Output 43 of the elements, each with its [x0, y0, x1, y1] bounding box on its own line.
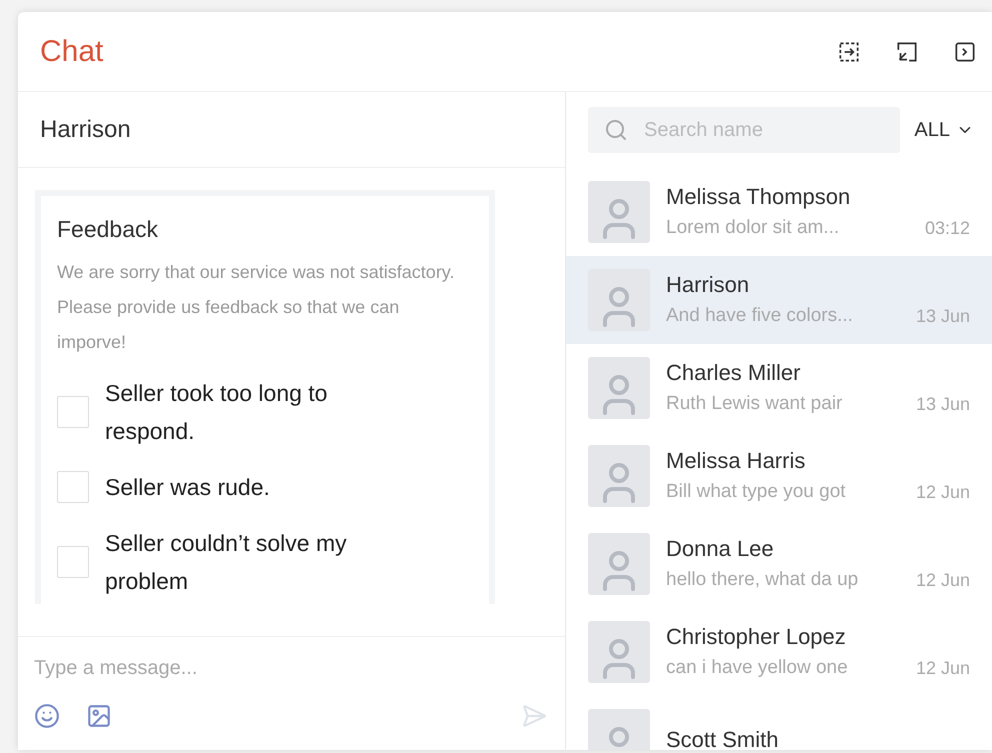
option-label: Seller couldn’t solve my problem: [105, 528, 348, 596]
avatar-placeholder: [588, 181, 650, 243]
contact-item[interactable]: Harrison And have five colors... 13 Jun: [566, 256, 992, 344]
message-preview: hello there, what da up: [666, 568, 858, 592]
avatar-placeholder: [588, 357, 650, 419]
checkbox[interactable]: [57, 546, 89, 578]
contact-name: Christopher Lopez: [666, 623, 847, 651]
message-input[interactable]: Type a message...: [34, 653, 549, 683]
avatar-placeholder: [588, 445, 650, 507]
app-title: Chat: [40, 34, 104, 70]
message-preview: Ruth Lewis want pair: [666, 392, 842, 416]
message-preview: Lorem dolor sit am...: [666, 216, 840, 240]
message-time: 13 Jun: [916, 305, 970, 328]
contact-name: Scott Smith: [666, 726, 780, 750]
message-preview: Bill what type you got: [666, 480, 846, 504]
checkbox[interactable]: [57, 470, 89, 502]
option-label: Seller took too long to respond.: [105, 378, 328, 446]
option-label: Seller was rude.: [105, 472, 271, 502]
search-field[interactable]: Search name: [588, 107, 900, 153]
feedback-description: We are sorry that our service was not satisfactory. Please provide us feedback so that we can imporve!: [57, 260, 456, 354]
avatar-placeholder: [588, 533, 650, 595]
message-time: 03:12: [924, 217, 970, 240]
contact-name: Melissa Thompson: [666, 183, 852, 211]
message-preview: And have five colors...: [666, 304, 853, 328]
feedback-title: Feedback: [57, 215, 160, 244]
contact-name: Charles Miller: [666, 359, 802, 387]
message-preview: can i have yellow one: [666, 656, 848, 680]
contact-item[interactable]: Scott Smith: [566, 696, 992, 750]
avatar-placeholder: [588, 621, 650, 683]
contact-name: Harrison: [666, 271, 750, 299]
message-time: 12 Jun: [916, 569, 970, 592]
checkbox[interactable]: [57, 396, 89, 428]
message-time: 12 Jun: [916, 657, 970, 680]
message-time: 13 Jun: [916, 393, 970, 416]
image-icon[interactable]: [86, 703, 112, 729]
filter-dropdown[interactable]: ALL: [914, 115, 974, 145]
search-icon: [604, 118, 628, 142]
avatar-placeholder: [588, 269, 650, 331]
conversation-title: Harrison: [40, 114, 131, 144]
message-time: 12 Jun: [916, 481, 970, 504]
emoji-icon[interactable]: [34, 703, 60, 729]
contact-name: Melissa Harris: [666, 447, 806, 475]
contact-name: Donna Lee: [666, 535, 775, 563]
